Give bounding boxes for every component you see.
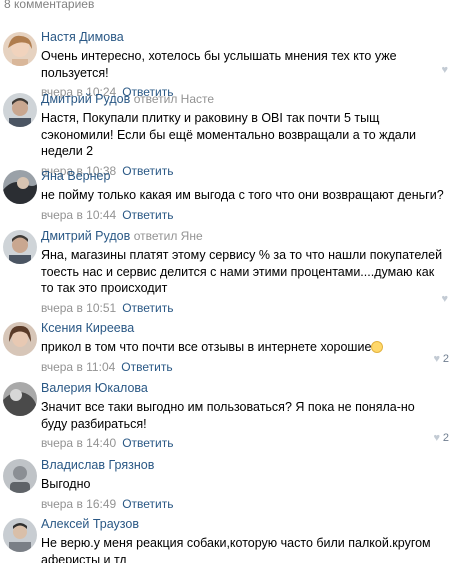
comment-author[interactable]: Валерия Юкалова: [41, 381, 148, 395]
comment-text: Выгодно: [41, 477, 91, 491]
reply-button[interactable]: Ответить: [122, 436, 173, 450]
reply-button[interactable]: Ответить: [122, 301, 173, 315]
like-count: 2: [442, 432, 449, 444]
comment-text: прикол в том что почти все отзывы в инте…: [41, 340, 372, 354]
comment-author[interactable]: Настя Димова: [41, 30, 124, 44]
comment-text: Яна, магазины платят этому сервису % за …: [41, 248, 443, 295]
avatar[interactable]: [3, 518, 37, 552]
avatar[interactable]: [3, 322, 37, 356]
like-count: 2: [442, 353, 449, 365]
comment-time[interactable]: вчера в 14:40: [41, 436, 116, 450]
avatar[interactable]: [3, 170, 37, 204]
comment-author[interactable]: Дмитрий Рудов: [41, 229, 130, 243]
reply-button[interactable]: Ответить: [122, 497, 173, 511]
avatar[interactable]: [3, 32, 37, 66]
avatar[interactable]: [3, 459, 37, 493]
comment-text: Не верю.у меня реакция собаки,которую ча…: [41, 536, 431, 563]
comment-time[interactable]: вчера в 16:49: [41, 497, 116, 511]
heart-icon[interactable]: ♥: [441, 293, 448, 305]
comment-text: Значит все таки выгодно им пользоваться?…: [41, 400, 415, 431]
heart-icon[interactable]: ♥: [433, 353, 440, 365]
comment-author[interactable]: Дмитрий Рудов: [41, 92, 130, 106]
heart-icon[interactable]: ♥: [441, 64, 448, 76]
reply-to-label[interactable]: ответил Яне: [134, 229, 203, 243]
avatar[interactable]: [3, 230, 37, 264]
heart-icon[interactable]: ♥: [433, 432, 440, 444]
comment-text: Очень интересно, хотелось бы услышать мн…: [41, 49, 397, 80]
comment-author[interactable]: Владислав Грязнов: [41, 458, 154, 472]
reply-to-label[interactable]: ответил Насте: [134, 92, 214, 106]
comments-count: 8 комментариев: [4, 0, 95, 11]
avatar[interactable]: [3, 382, 37, 416]
smiling-face-emoji: [371, 341, 384, 353]
comment-author[interactable]: Яна Вернер: [41, 169, 110, 183]
reply-button[interactable]: Ответить: [122, 208, 173, 222]
comment-author[interactable]: Алексей Траузов: [41, 517, 139, 531]
avatar[interactable]: [3, 93, 37, 127]
comment-text: не пойму только какая им выгода с того ч…: [41, 188, 444, 202]
comment-time[interactable]: вчера в 11:04: [41, 360, 115, 374]
comment-time[interactable]: вчера в 10:44: [41, 208, 116, 222]
reply-button[interactable]: Ответить: [121, 360, 172, 374]
comment-author[interactable]: Ксения Киреева: [41, 321, 134, 335]
comment-time[interactable]: вчера в 10:51: [41, 301, 116, 315]
comment-text: Настя, Покупали плитку и раковину в OBI …: [41, 111, 417, 158]
